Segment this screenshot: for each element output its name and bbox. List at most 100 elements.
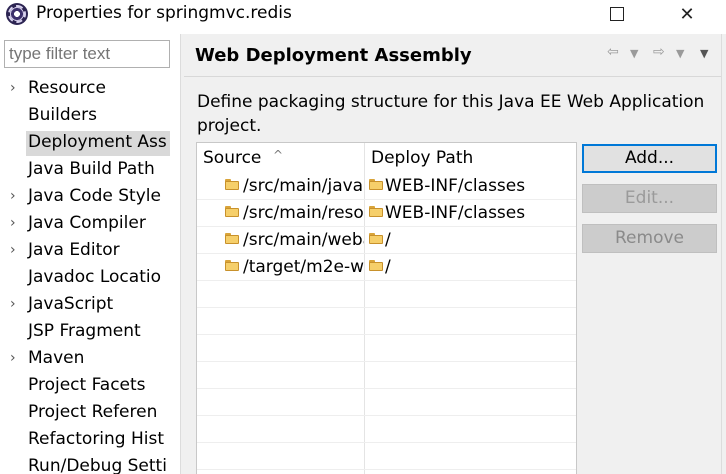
deploy-path-text: /: [385, 257, 391, 277]
tree-item[interactable]: Run/Debug Setti: [0, 454, 172, 474]
expand-chevron-icon[interactable]: ›: [10, 76, 24, 100]
folder-icon: [225, 179, 239, 190]
column-header-source[interactable]: Source ^: [197, 143, 364, 173]
tree-item-label: Run/Debug Setti: [28, 456, 167, 474]
forward-arrow-icon[interactable]: ⇨: [653, 44, 665, 60]
deploy-path-cell: /: [367, 254, 572, 281]
empty-table-row: [197, 470, 576, 474]
title-bar: Properties for springmvc.redis ✕: [0, 0, 726, 28]
tree-item[interactable]: Project Referen: [0, 400, 172, 427]
tree-item[interactable]: › Maven: [0, 346, 172, 373]
folder-icon: [225, 260, 239, 271]
source-text: /target/m2e-wtp/web-resources: [243, 257, 364, 277]
tree-item-label: Refactoring Hist: [28, 429, 165, 449]
tree-item-label: Maven: [28, 348, 85, 368]
close-icon: ✕: [679, 3, 695, 25]
tree-item-label: Java Code Style: [28, 186, 161, 206]
remove-button[interactable]: Remove: [582, 224, 717, 253]
tree-item[interactable]: Builders: [0, 103, 172, 130]
table-header: Source ^ Deploy Path: [197, 143, 576, 173]
tree-item[interactable]: › Java Code Style: [0, 184, 172, 211]
deploy-path-text: /: [385, 230, 391, 250]
maximize-button[interactable]: [594, 0, 640, 28]
property-page: Web Deployment Assembly ⇦ ▼ ⇨ ▼ ▼ Define…: [184, 34, 726, 474]
tree-item-label: JSP Fragment: [28, 321, 141, 341]
page-header: Web Deployment Assembly ⇦ ▼ ⇨ ▼ ▼: [184, 34, 726, 76]
folder-icon: [369, 260, 383, 271]
expand-chevron-icon[interactable]: ›: [10, 238, 24, 262]
deploy-path-cell: /: [367, 227, 572, 254]
empty-table-row: [197, 362, 576, 389]
empty-table-row: [197, 389, 576, 416]
empty-table-row: [197, 281, 576, 308]
tree-item[interactable]: Deployment Ass: [0, 130, 172, 157]
edit-button[interactable]: Edit...: [582, 184, 717, 213]
deploy-path-text: WEB-INF/classes: [385, 176, 526, 196]
window-title: Properties for springmvc.redis: [36, 3, 292, 23]
source-cell: /src/main/webapp: [223, 227, 364, 254]
source-cell: /target/m2e-wtp/web-resources: [223, 254, 364, 281]
deploy-path-cell: WEB-INF/classes: [367, 200, 572, 227]
forward-dropdown-icon[interactable]: ▼: [676, 47, 684, 60]
tree-item[interactable]: › Java Compiler: [0, 211, 172, 238]
folder-icon: [369, 233, 383, 244]
table-row[interactable]: /src/main/resources WEB-INF/classes: [197, 200, 576, 227]
tree-item[interactable]: Project Facets: [0, 373, 172, 400]
deploy-path-cell: WEB-INF/classes: [367, 173, 572, 200]
source-text: /src/main/java: [243, 176, 364, 196]
page-title: Web Deployment Assembly: [195, 45, 472, 66]
tree-item-label: Java Build Path: [28, 159, 155, 179]
table-row[interactable]: /target/m2e-wtp/web-resources /: [197, 254, 576, 281]
expand-chevron-icon[interactable]: ›: [10, 292, 24, 316]
tree-item[interactable]: › JavaScript: [0, 292, 172, 319]
source-cell: /src/main/resources: [223, 200, 364, 227]
expand-chevron-icon[interactable]: ›: [10, 346, 24, 370]
properties-sidebar: ›ResourceBuildersDeployment AssJava Buil…: [0, 36, 180, 474]
add-button[interactable]: Add...: [582, 144, 717, 173]
tree-item-label: Builders: [28, 105, 97, 125]
tree-item-label: Javadoc Locatio: [28, 267, 161, 287]
tree-item-label: Project Facets: [28, 375, 146, 395]
deploy-path-text: WEB-INF/classes: [385, 203, 526, 223]
assembly-table[interactable]: Source ^ Deploy Path /src/main/java WEB-I…: [196, 142, 577, 474]
folder-icon: [225, 206, 239, 217]
tree-item[interactable]: JSP Fragment: [0, 319, 172, 346]
tree-item-label: JavaScript: [28, 294, 114, 314]
folder-icon: [369, 206, 383, 217]
filter-input[interactable]: [4, 40, 170, 68]
folder-icon: [369, 179, 383, 190]
page-description: Define packaging structure for this Java…: [197, 92, 705, 136]
property-page-tree: › Resource Builders Deployment Ass Java Buil…: [0, 76, 172, 474]
table-body: /src/main/java WEB-INF/classes/src/main/r…: [197, 173, 576, 474]
expand-chevron-icon[interactable]: ›: [10, 211, 24, 235]
source-text: /src/main/resources: [243, 203, 364, 223]
tree-item[interactable]: Refactoring Hist: [0, 427, 172, 454]
tree-item[interactable]: Java Build Path: [0, 157, 172, 184]
tree-item[interactable]: › Java Editor: [0, 238, 172, 265]
empty-table-row: [197, 443, 576, 470]
tree-item[interactable]: Javadoc Locatio: [0, 265, 172, 292]
expand-chevron-icon[interactable]: ›: [10, 184, 24, 208]
maximize-icon: [610, 7, 624, 21]
tree-item-label: Java Editor: [28, 240, 120, 260]
source-cell: /src/main/java: [223, 173, 364, 200]
tree-item-label: Project Referen: [28, 402, 158, 422]
table-row[interactable]: /src/main/java WEB-INF/classes: [197, 173, 576, 200]
empty-table-row: [197, 335, 576, 362]
tree-item[interactable]: › Resource: [0, 76, 172, 103]
sort-ascending-icon: ^: [273, 148, 284, 162]
tree-item-label: Resource: [28, 78, 106, 98]
back-arrow-icon[interactable]: ⇦: [607, 44, 619, 60]
tree-item-label: Deployment Ass: [28, 132, 167, 152]
header-separator: [184, 76, 726, 77]
view-menu-icon[interactable]: ▼: [700, 47, 708, 60]
source-text: /src/main/webapp: [243, 230, 364, 250]
column-header-deploy-path[interactable]: Deploy Path: [364, 143, 576, 173]
table-row[interactable]: /src/main/webapp /: [197, 227, 576, 254]
right-edge: [721, 34, 726, 474]
tree-item-label: Java Compiler: [28, 213, 146, 233]
back-dropdown-icon[interactable]: ▼: [630, 47, 638, 60]
empty-table-row: [197, 308, 576, 335]
close-button[interactable]: ✕: [664, 0, 710, 28]
folder-icon: [225, 233, 239, 244]
